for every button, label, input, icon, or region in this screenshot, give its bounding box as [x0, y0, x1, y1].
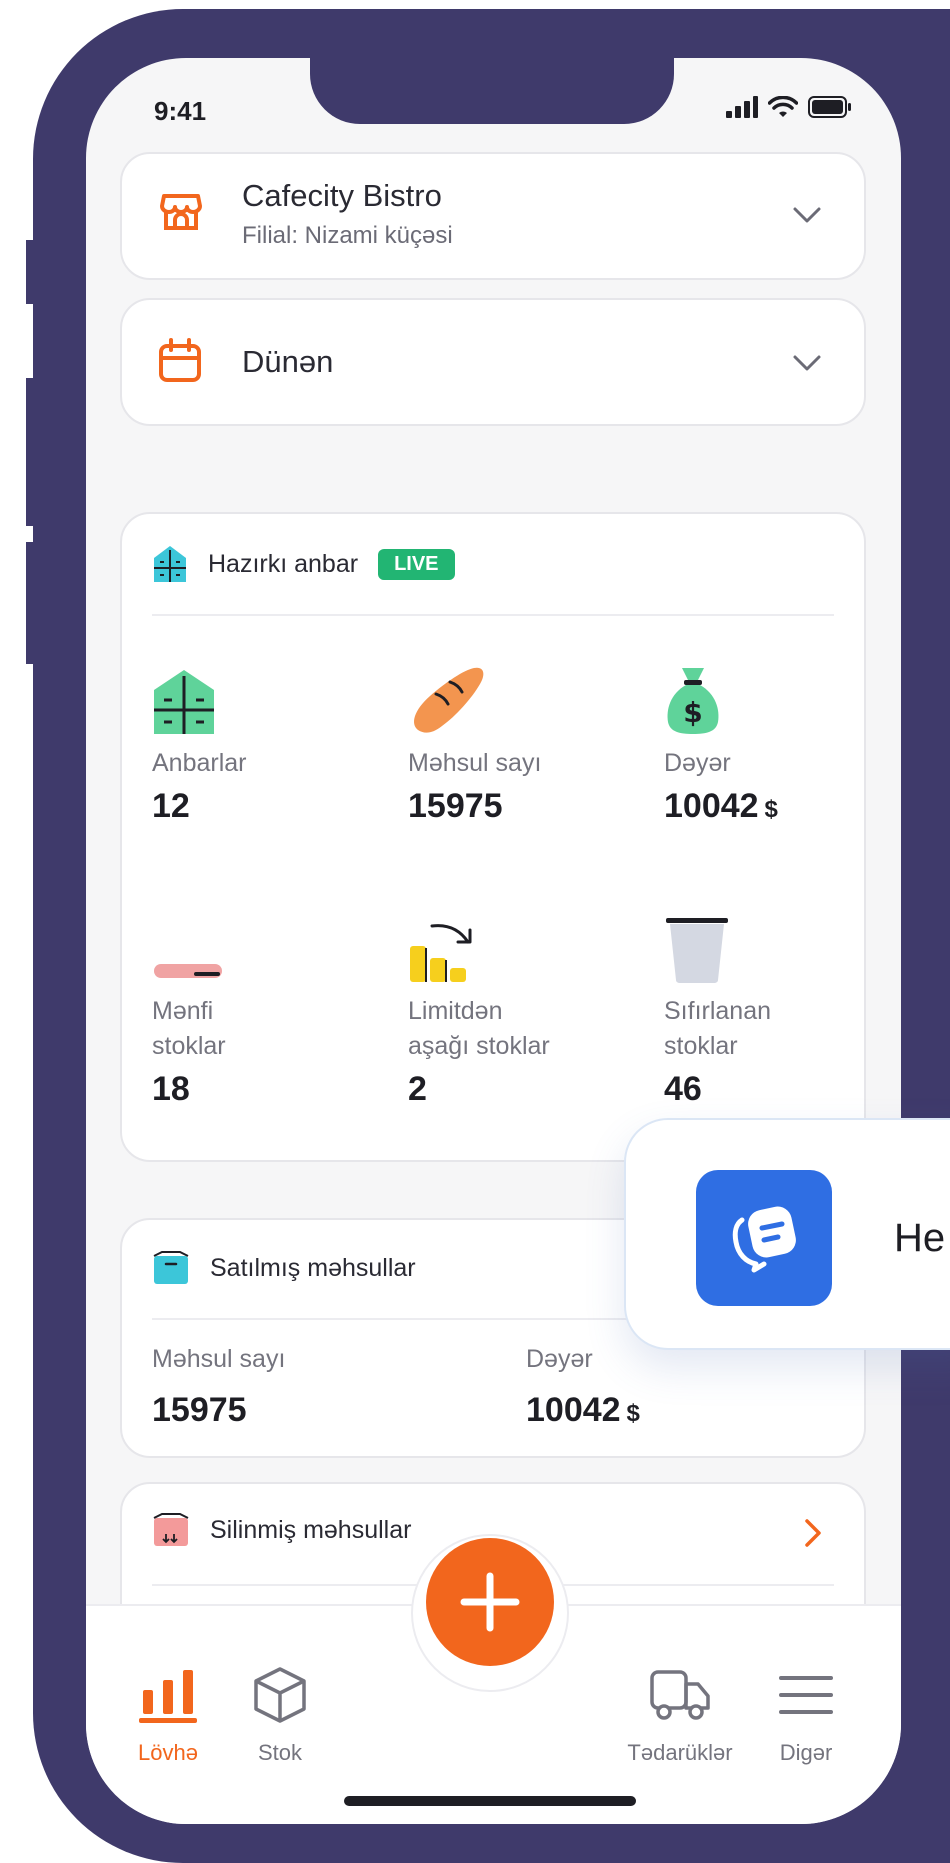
stat-label-line: aşağı stoklar: [408, 1032, 550, 1060]
tab-label: Stok: [257, 1740, 303, 1765]
money-bag-icon: $: [667, 668, 719, 734]
trash-bin-icon: [666, 918, 728, 983]
minus-bar-icon: [154, 964, 222, 978]
stat-label: Dəyər: [526, 1345, 593, 1373]
business-name: Cafecity Bistro: [242, 178, 442, 213]
status-icons: [726, 96, 852, 118]
bar-chart-icon: [139, 1670, 197, 1723]
stat-number: 10042: [526, 1391, 621, 1429]
stat-label: Dəyər: [664, 749, 731, 777]
current-stock-header: Hazırkı anbar LIVE: [152, 544, 455, 584]
phone-notch: [310, 58, 674, 124]
business-selector[interactable]: Cafecity Bistro Filial: Nizami küçəsi: [120, 152, 866, 280]
menu-icon: [779, 1676, 833, 1714]
current-stock-title: Hazırkı anbar: [208, 549, 359, 578]
stat-value: 10042 $: [526, 1391, 640, 1430]
status-time: 9:41: [154, 96, 207, 126]
stat-warehouses[interactable]: Anbarlar 12: [152, 664, 247, 826]
stat-value: 15975: [152, 1391, 247, 1429]
store-icon: [160, 194, 202, 230]
bread-icon: [414, 667, 484, 733]
sold-products-title: Satılmış məhsullar: [210, 1253, 416, 1282]
home-indicator: [344, 1796, 636, 1806]
chevron-down-icon: [793, 207, 821, 223]
stat-label-line: stoklar: [664, 1032, 738, 1060]
warehouse-icon: [154, 546, 186, 582]
deleted-box-icon: [153, 1513, 189, 1546]
svg-text:$: $: [683, 696, 702, 729]
stat-value: 2: [408, 1070, 427, 1108]
stat-product-count[interactable]: Məhsul sayı 15975: [408, 664, 541, 826]
stat-negative-stocks[interactable]: Mənfi stoklar 18: [152, 912, 226, 1109]
add-button[interactable]: [426, 1538, 554, 1666]
tab-label: Digər: [779, 1740, 833, 1765]
calendar-icon: [159, 338, 201, 382]
popover-text: He: [894, 1216, 946, 1260]
sold-products-header: Satılmış məhsullar: [152, 1250, 416, 1286]
box-icon: [254, 1667, 306, 1723]
stat-label-line: Limitdən: [408, 997, 503, 1025]
stat-number: 10042: [664, 787, 759, 825]
stat-label: Məhsul sayı: [408, 749, 542, 777]
current-stock-card: Hazırkı anbar LIVE Anbarlar 12 Məhsul sa…: [120, 512, 866, 1162]
branch-name: Filial: Nizami küçəsi: [242, 222, 453, 249]
stat-value: 10042 $: [664, 787, 778, 826]
currency-unit: $: [626, 1400, 640, 1427]
sold-count: Məhsul sayı 15975: [152, 1332, 285, 1430]
divider: [152, 614, 834, 616]
date-label: Dünən: [242, 344, 334, 379]
live-badge: LIVE: [378, 548, 455, 580]
stat-value: 12: [152, 787, 247, 826]
truck-icon: [650, 1670, 710, 1720]
stat-label: Limitdən aşağı stoklar: [408, 994, 550, 1064]
sold-value: Dəyər 10042 $: [526, 1332, 640, 1430]
stat-value-total[interactable]: $ Dəyər 10042 $: [664, 664, 778, 826]
tab-label: Lövhə: [138, 1740, 198, 1765]
stat-number: 12: [152, 787, 190, 825]
stat-label: Mənfi stoklar: [152, 994, 226, 1064]
chevron-right-icon: [805, 1519, 821, 1547]
deleted-products-title: Silinmiş məhsullar: [210, 1515, 412, 1544]
stat-label-line: Mənfi: [152, 997, 214, 1025]
stat-value: 46: [664, 1070, 702, 1108]
tab-supplies[interactable]: Tədarüklər: [610, 1666, 750, 1766]
battery-icon: [808, 96, 851, 118]
wifi-icon: [768, 96, 798, 117]
stat-label-line: stoklar: [152, 1032, 226, 1060]
stat-value: 18: [152, 1070, 190, 1108]
plus-icon: [460, 1572, 520, 1632]
warehouse-icon: [154, 670, 214, 734]
stat-label: Məhsul sayı: [152, 1345, 286, 1373]
signal-icon: [726, 96, 758, 118]
currency-unit: $: [764, 796, 778, 823]
tab-more[interactable]: Digər: [736, 1666, 876, 1766]
stat-below-limit[interactable]: Limitdən aşağı stoklar 2: [408, 912, 550, 1109]
stat-label: Anbarlar: [152, 749, 247, 777]
help-popover[interactable]: He: [624, 1118, 950, 1350]
trend-down-bars-icon: [410, 924, 472, 982]
box-open-icon: [153, 1251, 189, 1284]
tab-label: Tədarüklər: [627, 1740, 733, 1765]
stat-label-line: Sıfırlanan: [664, 997, 772, 1025]
date-selector[interactable]: Dünən: [120, 298, 866, 426]
deleted-products-header: Silinmiş məhsullar: [152, 1512, 411, 1548]
stat-label: Sıfırlanan stoklar: [664, 994, 771, 1064]
chat-icon: [732, 1206, 796, 1273]
app-screen: 9:41 Cafecity Bistro Filial: Nizami küçə…: [86, 58, 901, 1824]
tab-stock[interactable]: Stok: [210, 1666, 350, 1766]
stat-value: 15975: [408, 787, 541, 826]
stat-zeroed-stocks[interactable]: Sıfırlanan stoklar 46: [664, 912, 771, 1109]
chat-icon-tile: [696, 1170, 832, 1306]
stat-number: 15975: [408, 787, 503, 825]
chevron-down-icon: [793, 355, 821, 371]
